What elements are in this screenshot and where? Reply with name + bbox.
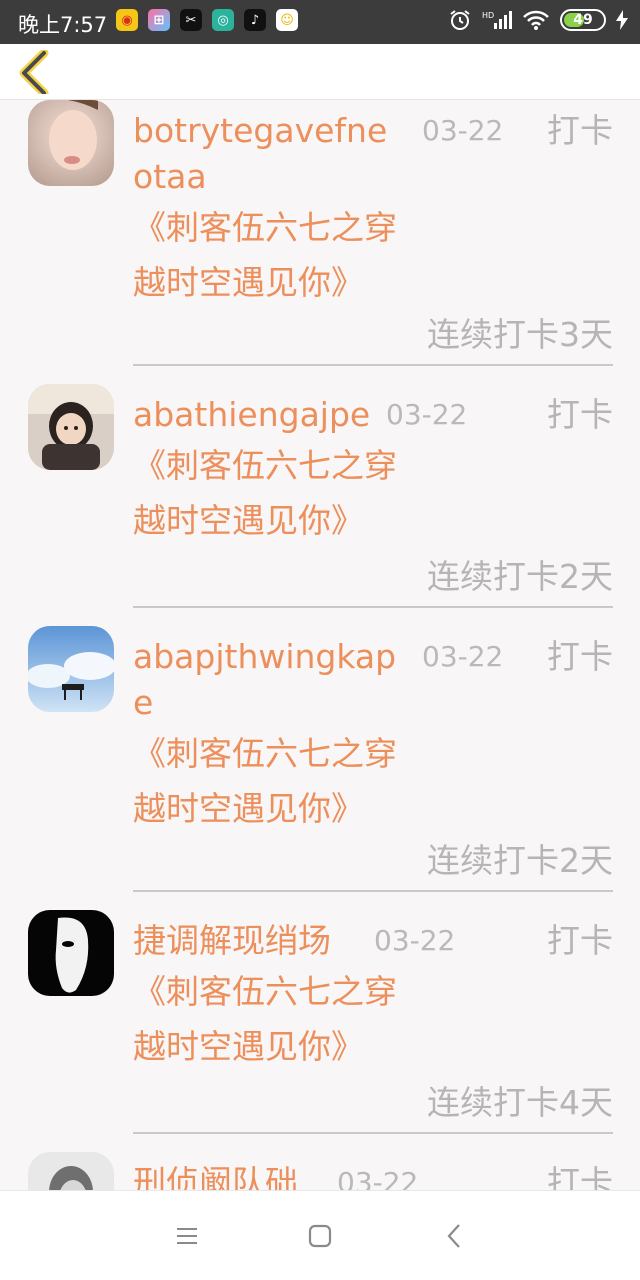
book-title[interactable]: 《刺客伍六七之穿越时空遇见你》 (133, 964, 403, 1074)
avatar[interactable] (28, 100, 114, 186)
checkin-date: 03-22 (374, 924, 456, 957)
divider (133, 890, 613, 892)
podcast-icon: ◎ (212, 9, 234, 31)
checkin-label: 打卡 (547, 395, 613, 434)
game-center-icon: ⊞ (148, 9, 170, 31)
top-bar (0, 44, 640, 100)
home-icon[interactable] (303, 1219, 337, 1253)
user-name[interactable]: abathiengajpe (133, 392, 393, 438)
user-name[interactable]: abapjthwingkape (133, 634, 405, 726)
checkin-date: 03-22 (422, 114, 504, 147)
divider (133, 606, 613, 608)
avatar[interactable] (28, 626, 114, 712)
checkin-label: 打卡 (547, 637, 613, 676)
checkin-list[interactable]: botrytegavefneotaa 03-22 打卡 《刺客伍六七之穿越时空遇… (0, 100, 640, 1190)
alarm-icon (450, 10, 470, 30)
checkin-item[interactable]: abathiengajpe 03-22 打卡 《刺客伍六七之穿越时空遇见你》 连… (0, 384, 640, 624)
back-arrow-icon[interactable] (16, 50, 56, 94)
charging-icon (616, 10, 628, 30)
divider (133, 364, 613, 366)
checkin-label: 打卡 (547, 111, 613, 150)
user-name[interactable]: 捷调解现绡场 (133, 918, 405, 964)
notification-icons: ◉ ⊞ ✂ ◎ ♪ ☺ (116, 9, 298, 31)
book-title[interactable]: 《刺客伍六七之穿越时空遇见你》 (133, 438, 403, 548)
checkin-item[interactable]: abapjthwingkape 03-22 打卡 《刺客伍六七之穿越时空遇见你》… (0, 626, 640, 892)
capcut-icon: ✂ (180, 9, 202, 31)
avatar[interactable] (28, 384, 114, 470)
streak-count: 连续打卡4天 (427, 1083, 613, 1122)
signal-icon: HD (482, 11, 512, 29)
avatar[interactable] (28, 1152, 114, 1190)
checkin-item[interactable]: 刑侦阚队础 03-22 打卡 (0, 1152, 640, 1190)
user-name[interactable]: botrytegavefneotaa (133, 108, 405, 200)
checkin-label: 打卡 (547, 921, 613, 960)
status-bar: 晚上7:57 ◉ ⊞ ✂ ◎ ♪ ☺ HD 49 (0, 0, 640, 44)
chat-app-icon: ☺ (276, 9, 298, 31)
streak-count: 连续打卡2天 (427, 557, 613, 596)
avatar[interactable] (28, 910, 114, 996)
checkin-date: 03-22 (337, 1166, 419, 1190)
streak-count: 连续打卡3天 (427, 315, 613, 354)
checkin-date: 03-22 (386, 398, 468, 431)
checkin-date: 03-22 (422, 640, 504, 673)
battery-level: 49 (573, 12, 593, 28)
wifi-icon (523, 10, 549, 30)
system-nav-bar (0, 1190, 640, 1280)
svg-text:HD: HD (482, 11, 494, 20)
checkin-label: 打卡 (547, 1163, 613, 1190)
book-title[interactable]: 《刺客伍六七之穿越时空遇见你》 (133, 726, 403, 836)
streak-count: 连续打卡2天 (427, 841, 613, 880)
tiktok-icon: ♪ (244, 9, 266, 31)
checkin-item[interactable]: botrytegavefneotaa 03-22 打卡 《刺客伍六七之穿越时空遇… (0, 100, 640, 366)
battery-icon: 49 (560, 9, 606, 31)
back-icon[interactable] (438, 1219, 472, 1253)
weibo-icon: ◉ (116, 9, 138, 31)
system-indicators: HD 49 (448, 8, 628, 32)
checkin-item[interactable]: 捷调解现绡场 03-22 打卡 《刺客伍六七之穿越时空遇见你》 连续打卡4天 (0, 910, 640, 1150)
book-title[interactable]: 《刺客伍六七之穿越时空遇见你》 (133, 200, 403, 310)
status-time: 晚上7:57 (18, 13, 108, 37)
menu-icon[interactable] (170, 1219, 204, 1253)
divider (133, 1132, 613, 1134)
